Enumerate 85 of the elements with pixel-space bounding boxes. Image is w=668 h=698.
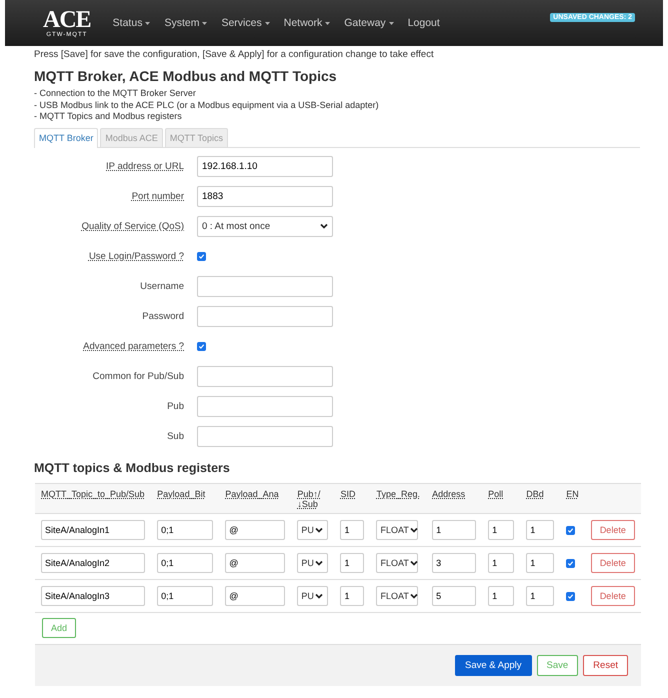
type-select[interactable]: FLOAT bbox=[376, 520, 418, 540]
column-header: Payload_Ana bbox=[225, 488, 279, 498]
payload-bit-field[interactable]: 0;1 bbox=[157, 586, 214, 606]
sid-field[interactable]: 1 bbox=[340, 586, 364, 606]
chevron-icon bbox=[314, 593, 323, 600]
field-label: IP address or URL bbox=[105, 160, 184, 172]
checkbox[interactable] bbox=[197, 252, 206, 260]
dbd-field[interactable]: 1 bbox=[526, 586, 554, 606]
payload-ana-field[interactable]: @ bbox=[225, 586, 286, 606]
field-label: Sub bbox=[166, 430, 184, 442]
checkbox[interactable] bbox=[566, 592, 576, 601]
payload-ana-field[interactable]: @ bbox=[225, 520, 286, 540]
address-field[interactable]: 1 bbox=[432, 520, 476, 540]
action-button[interactable]: Reset bbox=[583, 655, 628, 676]
description-line: - Connection to the MQTT Broker Server bbox=[34, 88, 197, 100]
pub-sub-select[interactable]: PU bbox=[297, 586, 328, 606]
checkbox[interactable] bbox=[566, 558, 576, 568]
password-field[interactable] bbox=[197, 306, 333, 326]
chevron-icon bbox=[314, 560, 323, 566]
text-field[interactable] bbox=[197, 426, 333, 446]
field-label: Port number bbox=[130, 190, 184, 202]
section-title: MQTT topics & Modbus registers bbox=[34, 460, 231, 474]
column-header: Address bbox=[432, 488, 466, 498]
payload-ana-field[interactable]: @ bbox=[225, 553, 286, 574]
menu-item[interactable]: System bbox=[164, 17, 208, 29]
field-label: Use Login/Password ? bbox=[88, 250, 184, 262]
menu-item[interactable]: Logout bbox=[408, 17, 440, 29]
column-header: Type_Reg. bbox=[376, 488, 420, 498]
text-field[interactable] bbox=[197, 396, 333, 416]
pub-sub-select[interactable]: PU bbox=[297, 553, 328, 574]
chevron-icon bbox=[410, 593, 418, 600]
qos-select[interactable]: 0 : At most once bbox=[197, 216, 333, 236]
column-header: MQTT_Topic_to_Pub/Sub bbox=[41, 488, 145, 498]
column-header: DBd bbox=[526, 488, 544, 498]
menu-item[interactable]: Status bbox=[112, 17, 150, 29]
notice-text: Press [Save] for save the configuration, [Save & Apply] for a configuration change to take effect bbox=[34, 49, 435, 60]
description-line: - USB Modbus link to the ACE PLC (or a Modbus equipment via a USB-Serial adapter) bbox=[34, 100, 380, 111]
text-field[interactable]: 192.168.1.10 bbox=[197, 156, 333, 176]
tab[interactable]: MQTT Broker bbox=[34, 128, 98, 148]
field-label: Quality of Service (QoS) bbox=[80, 220, 184, 232]
column-header: Poll bbox=[488, 488, 504, 498]
column-header: Payload_Bit bbox=[157, 488, 206, 498]
field-label: Advanced parameters ? bbox=[82, 340, 184, 352]
page-title: MQTT Broker, ACE Modbus and MQTT Topics bbox=[34, 68, 338, 84]
checkbox[interactable] bbox=[566, 526, 576, 535]
field-label: Common for Pub/Sub bbox=[92, 370, 184, 382]
field-label: Username bbox=[139, 280, 184, 292]
address-field[interactable]: 3 bbox=[432, 553, 476, 574]
poll-field[interactable]: 1 bbox=[488, 553, 514, 574]
topic-field[interactable]: SiteA/AnalogIn1 bbox=[41, 520, 145, 540]
menu-item[interactable]: Services bbox=[221, 17, 270, 29]
column-header: EN bbox=[566, 488, 579, 498]
menu-item[interactable]: Gateway bbox=[344, 17, 394, 29]
description-line: - MQTT Topics and Modbus registers bbox=[34, 111, 183, 122]
chevron-icon bbox=[314, 527, 323, 534]
type-select[interactable]: FLOAT bbox=[376, 586, 418, 606]
checkbox[interactable] bbox=[197, 342, 206, 350]
payload-bit-field[interactable]: 0;1 bbox=[157, 553, 214, 574]
text-field[interactable] bbox=[197, 366, 333, 386]
chevron-icon bbox=[320, 223, 328, 229]
field-label: Password bbox=[141, 310, 184, 322]
sid-field[interactable]: 1 bbox=[340, 520, 364, 540]
topic-field[interactable]: SiteA/AnalogIn3 bbox=[41, 586, 145, 606]
text-field[interactable] bbox=[197, 276, 333, 296]
dbd-field[interactable]: 1 bbox=[526, 553, 554, 574]
topic-field[interactable]: SiteA/AnalogIn2 bbox=[41, 553, 145, 574]
chevron-icon bbox=[410, 527, 418, 534]
delete-button[interactable]: Delete bbox=[590, 586, 635, 606]
pub-sub-select[interactable]: PU bbox=[297, 520, 328, 540]
chevron-icon bbox=[410, 560, 418, 566]
type-select[interactable]: FLOAT bbox=[376, 553, 418, 574]
menu-item[interactable]: Network bbox=[284, 17, 330, 29]
address-field[interactable]: 5 bbox=[432, 586, 476, 606]
payload-bit-field[interactable]: 0;1 bbox=[157, 520, 214, 540]
delete-button[interactable]: Delete bbox=[590, 520, 635, 540]
field-label: Pub bbox=[166, 400, 184, 412]
action-button[interactable]: Save & Apply bbox=[455, 655, 532, 676]
column-header: SID bbox=[340, 488, 356, 498]
dbd-field[interactable]: 1 bbox=[526, 520, 554, 540]
poll-field[interactable]: 1 bbox=[488, 586, 514, 606]
column-header: Pub↑/ ↓Sub bbox=[297, 488, 320, 509]
sid-field[interactable]: 1 bbox=[340, 553, 364, 574]
delete-button[interactable]: Delete bbox=[590, 553, 635, 574]
text-field[interactable]: 1883 bbox=[197, 186, 333, 206]
poll-field[interactable]: 1 bbox=[488, 520, 514, 540]
